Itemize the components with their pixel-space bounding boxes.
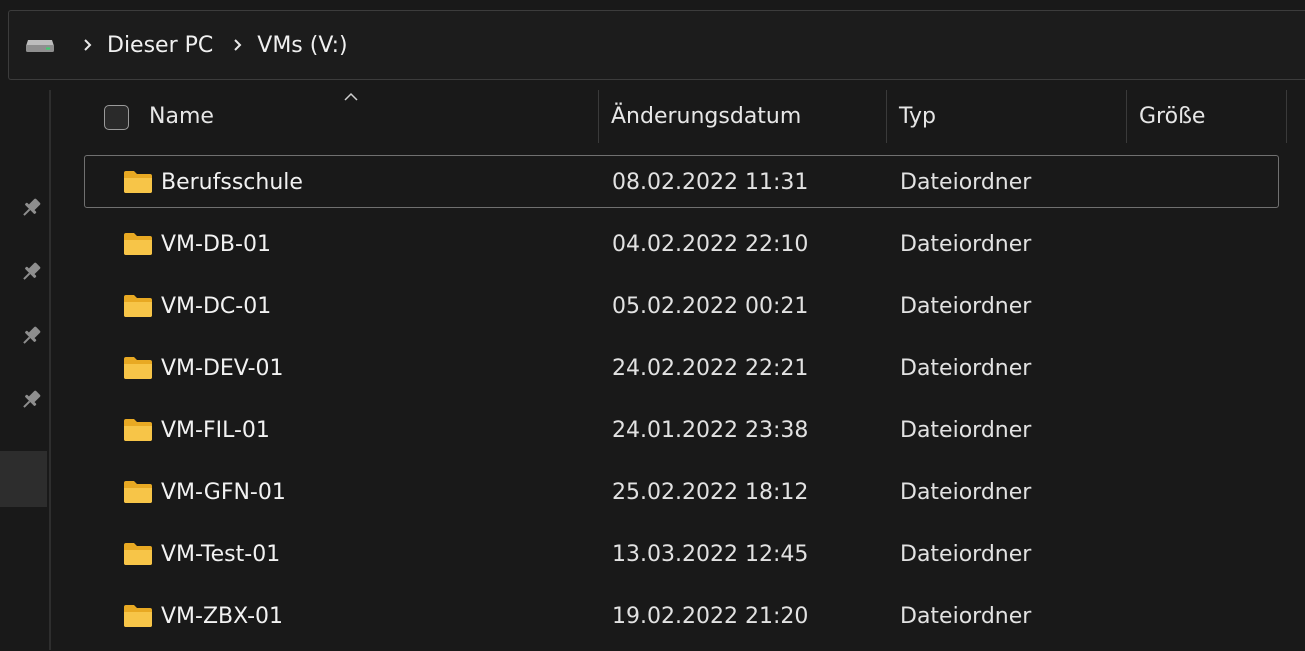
file-name[interactable]: VM-Test-01 — [161, 542, 280, 567]
column-divider[interactable] — [886, 90, 887, 143]
list-item[interactable]: VM-Test-01 13.03.2022 12:45 Dateiordner — [84, 527, 1279, 580]
file-name[interactable]: VM-ZBX-01 — [161, 604, 283, 629]
column-header-size[interactable]: Größe — [1139, 104, 1205, 129]
folder-icon — [123, 542, 153, 566]
file-type: Dateiordner — [900, 604, 1032, 629]
list-item[interactable]: VM-DC-01 05.02.2022 00:21 Dateiordner — [84, 279, 1279, 332]
chevron-right-icon[interactable] — [75, 38, 101, 52]
pin-icon[interactable] — [18, 323, 44, 349]
file-date: 04.02.2022 22:10 — [612, 232, 809, 257]
chevron-right-icon[interactable] — [225, 38, 251, 52]
file-type: Dateiordner — [900, 170, 1032, 195]
nav-pane-divider[interactable] — [49, 90, 51, 650]
column-header-name[interactable]: Name — [149, 104, 214, 129]
file-name[interactable]: VM-DB-01 — [161, 232, 271, 257]
column-divider[interactable] — [1126, 90, 1127, 143]
file-list: Berufsschule 08.02.2022 11:31 Dateiordne… — [84, 155, 1279, 651]
list-item[interactable]: Berufsschule 08.02.2022 11:31 Dateiordne… — [84, 155, 1279, 208]
list-item[interactable]: VM-FIL-01 24.01.2022 23:38 Dateiordner — [84, 403, 1279, 456]
file-type: Dateiordner — [900, 418, 1032, 443]
column-header-date[interactable]: Änderungsdatum — [611, 104, 801, 129]
folder-icon — [123, 480, 153, 504]
list-item[interactable]: VM-GFN-01 25.02.2022 18:12 Dateiordner — [84, 465, 1279, 518]
nav-item-selected[interactable] — [0, 451, 47, 507]
file-date: 08.02.2022 11:31 — [612, 170, 809, 195]
navigation-pane — [0, 80, 52, 650]
address-bar[interactable]: Dieser PC VMs (V:) — [8, 10, 1305, 80]
folder-icon — [123, 356, 153, 380]
file-type: Dateiordner — [900, 232, 1032, 257]
file-date: 25.02.2022 18:12 — [612, 480, 809, 505]
file-name[interactable]: VM-GFN-01 — [161, 480, 286, 505]
folder-icon — [123, 604, 153, 628]
breadcrumb-item-dieser-pc[interactable]: Dieser PC — [107, 33, 213, 58]
column-header: Name Änderungsdatum Typ Größe — [52, 90, 1305, 145]
file-type: Dateiordner — [900, 542, 1032, 567]
pin-icon[interactable] — [18, 195, 44, 221]
pin-icon[interactable] — [18, 259, 44, 285]
file-type: Dateiordner — [900, 294, 1032, 319]
column-divider[interactable] — [598, 90, 599, 143]
list-item[interactable]: VM-ZBX-01 19.02.2022 21:20 Dateiordner — [84, 589, 1279, 642]
file-name[interactable]: VM-DEV-01 — [161, 356, 284, 381]
folder-icon — [123, 232, 153, 256]
file-type: Dateiordner — [900, 356, 1032, 381]
file-name[interactable]: VM-FIL-01 — [161, 418, 270, 443]
file-name[interactable]: Berufsschule — [161, 170, 303, 195]
file-name[interactable]: VM-DC-01 — [161, 294, 271, 319]
file-date: 13.03.2022 12:45 — [612, 542, 809, 567]
list-item[interactable]: VM-DB-01 04.02.2022 22:10 Dateiordner — [84, 217, 1279, 270]
drive-icon — [25, 37, 55, 53]
column-divider[interactable] — [1286, 90, 1287, 143]
column-header-type[interactable]: Typ — [899, 104, 936, 129]
file-date: 05.02.2022 00:21 — [612, 294, 809, 319]
folder-icon — [123, 294, 153, 318]
file-date: 24.02.2022 22:21 — [612, 356, 809, 381]
file-date: 19.02.2022 21:20 — [612, 604, 809, 629]
breadcrumb-item-vms-drive[interactable]: VMs (V:) — [257, 33, 347, 58]
select-all-checkbox[interactable] — [104, 105, 129, 130]
file-type: Dateiordner — [900, 480, 1032, 505]
folder-icon — [123, 418, 153, 442]
folder-icon — [123, 170, 153, 194]
file-date: 24.01.2022 23:38 — [612, 418, 809, 443]
list-item[interactable]: VM-DEV-01 24.02.2022 22:21 Dateiordner — [84, 341, 1279, 394]
pin-icon[interactable] — [18, 387, 44, 413]
